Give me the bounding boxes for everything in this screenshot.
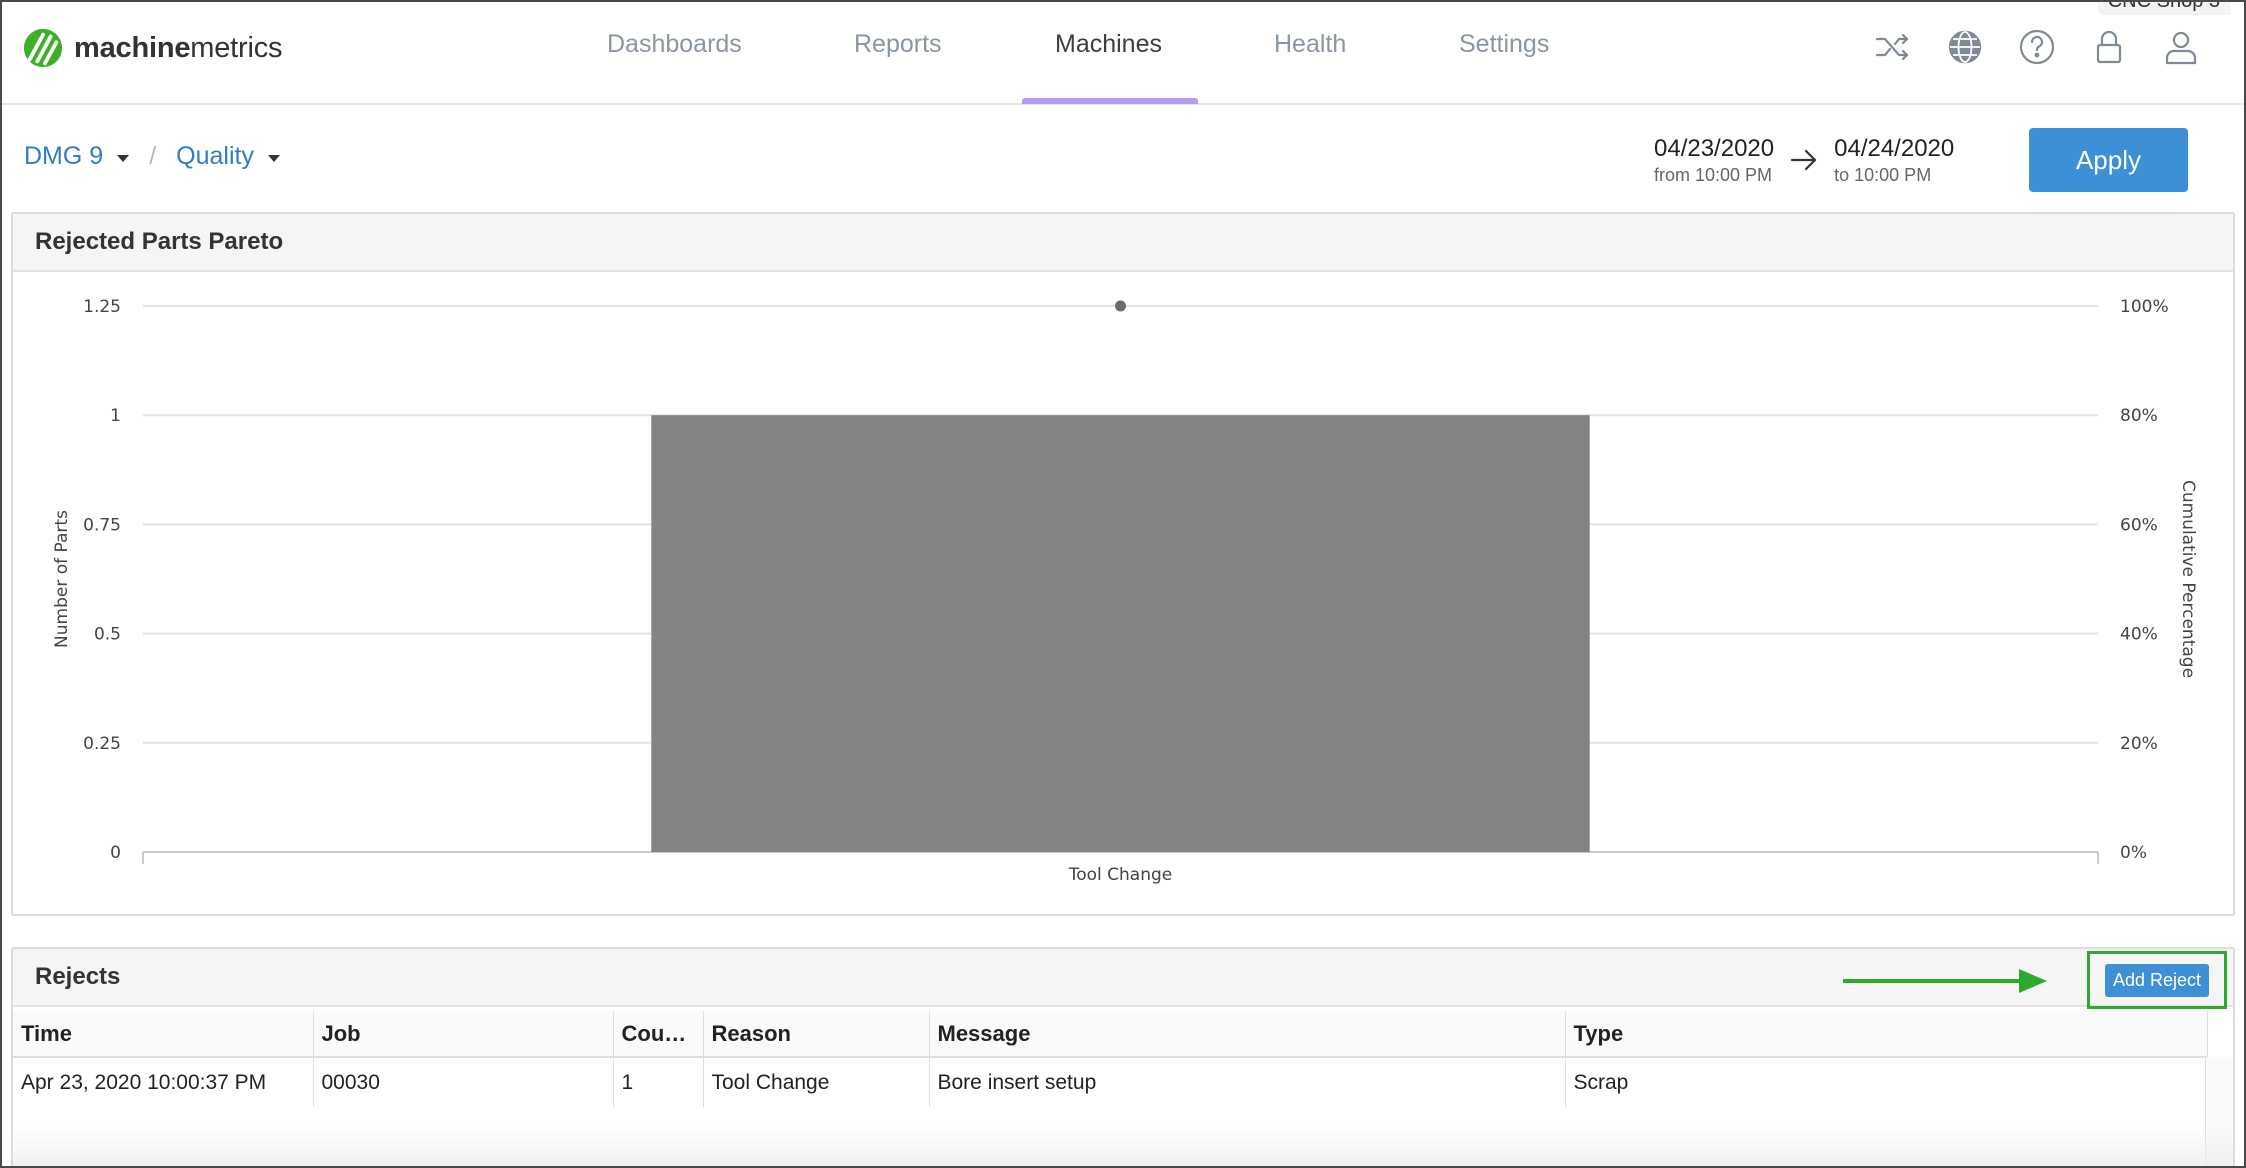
table-row[interactable]: Apr 23, 2020 10:00:37 PM 00030 1 Tool Ch… [13,1057,2208,1107]
cell-count: 1 [613,1057,704,1107]
y-right-tick-label: 40% [2120,625,2158,645]
tab-settings[interactable]: Settings [1459,30,1549,59]
to-date-field[interactable]: 04/24/2020 to 10:00 PM [1834,135,1954,186]
y-right-tick-label: 60% [2120,515,2158,535]
col-header-count[interactable]: Cou… [613,1011,704,1058]
y-right-tick-label: 20% [2120,734,2158,754]
add-reject-button[interactable]: Add Reject [2104,963,2210,997]
globe-icon[interactable] [1942,24,1988,70]
breadcrumb: DMG 9 / Quality [24,142,280,171]
date-range-picker: 04/23/2020 from 10:00 PM 04/24/2020 to 1… [1654,135,1954,186]
chevron-down-icon [117,155,130,162]
bar [651,415,1590,852]
tab-health[interactable]: Health [1274,30,1346,59]
to-time: to 10:00 PM [1834,165,1932,185]
y-tick-label: 1 [110,406,121,426]
table-header-row: Time Job Cou… Reason Message Type [13,1011,2208,1058]
cell-job: 00030 [313,1057,614,1107]
cell-reason: Tool Change [703,1057,930,1107]
cell-type: Scrap [1565,1057,2208,1107]
y-right-tick-label: 100% [2120,297,2169,317]
view-select-label: Quality [176,142,254,170]
tab-machines[interactable]: Machines [1055,30,1162,59]
rejects-panel: Rejects Add Reject Time Job Cou… Reason … [11,947,2235,1166]
lock-icon[interactable] [2086,24,2132,70]
machine-select[interactable]: DMG 9 [24,142,130,171]
y-right-axis-label: Cumulative Percentage [2178,480,2198,678]
pareto-panel: Rejected Parts Pareto 0 0.25 0.5 0.75 1 1.25 0… [11,212,2235,916]
app-window: machinemetrics Dashboards Reports Machin… [0,0,2246,1168]
table-fade [13,1125,2233,1166]
cell-message: Bore insert setup [929,1057,1566,1107]
col-header-message[interactable]: Message [929,1011,1566,1058]
y-tick-label: 0.75 [83,515,121,535]
apply-button[interactable]: Apply [2029,128,2188,192]
from-time: from 10:00 PM [1654,165,1773,185]
chevron-down-icon [267,155,280,162]
user-icon[interactable] [2158,24,2204,70]
x-tick-label: Tool Change [1068,865,1173,885]
shuffle-icon[interactable] [1870,24,1916,70]
from-date-field[interactable]: 04/23/2020 from 10:00 PM [1654,135,1774,186]
y-tick-label: 1.25 [83,297,121,317]
col-header-type[interactable]: Type [1565,1011,2208,1058]
y-right-tick-label: 80% [2120,406,2158,426]
view-select[interactable]: Quality [176,142,280,171]
arrow-right-icon [1774,147,1834,173]
cumulative-point [1115,300,1126,312]
help-icon[interactable] [2014,24,2060,70]
y-tick-label: 0.25 [83,734,121,754]
pareto-chart: 0 0.25 0.5 0.75 1 1.25 0% 20% 40% 60% 80% 100% Tool … [52,297,2198,885]
y-axis-label: Number of Parts [52,510,72,648]
tab-dashboards[interactable]: Dashboards [607,30,742,59]
active-tab-indicator [1022,98,1198,104]
y-tick-label: 0.5 [94,625,121,645]
shop-label: CNC Shop 3 [2097,2,2230,15]
top-icons [1870,24,2204,70]
top-nav: machinemetrics Dashboards Reports Machin… [2,2,2244,105]
add-reject-highlight: Add Reject [2087,951,2227,1009]
machine-select-label: DMG 9 [24,142,104,170]
tab-reports[interactable]: Reports [854,30,942,59]
breadcrumb-separator: / [149,142,157,170]
from-date: 04/23/2020 [1654,135,1775,162]
rejects-table: Time Job Cou… Reason Message Type Apr 23… [13,1011,2208,1107]
pareto-panel-title: Rejected Parts Pareto [13,214,2233,272]
col-header-job[interactable]: Job [313,1011,614,1058]
y-right-tick-label: 0% [2120,843,2147,863]
col-header-reason[interactable]: Reason [703,1011,930,1058]
col-header-time[interactable]: Time [13,1011,314,1058]
to-date: 04/24/2020 [1834,135,1955,162]
cell-time: Apr 23, 2020 10:00:37 PM [13,1057,314,1107]
y-tick-label: 0 [110,843,121,863]
green-arrow-annotation [1843,969,2047,993]
